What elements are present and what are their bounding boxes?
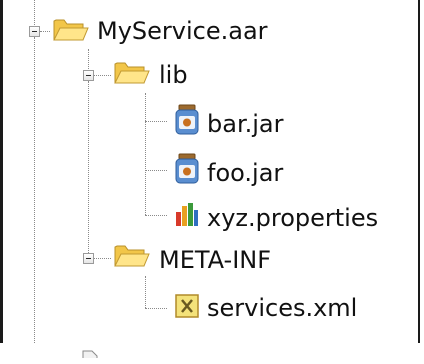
collapse-toggle-icon[interactable] xyxy=(83,253,94,264)
folder-open-icon xyxy=(114,60,150,92)
folder-open-icon xyxy=(53,17,89,49)
collapse-toggle-icon[interactable] xyxy=(83,70,94,81)
tree-connector xyxy=(34,0,35,27)
left-border xyxy=(0,0,3,343)
xml-file-icon xyxy=(175,294,199,324)
tree-connector xyxy=(145,93,146,215)
jar-file-icon xyxy=(174,104,200,142)
jar-file-icon xyxy=(174,153,200,191)
properties-file-icon xyxy=(175,202,199,234)
tree-connector xyxy=(88,49,89,71)
tree-connector xyxy=(145,170,167,171)
tree-connector xyxy=(145,276,146,308)
tree-connector xyxy=(145,121,167,122)
node-label: META-INF xyxy=(159,246,272,274)
node-label: xyz.properties xyxy=(207,204,379,232)
tree-connector xyxy=(34,37,35,343)
tree-connector xyxy=(94,75,111,76)
tree-connector xyxy=(145,215,167,216)
tree-connector xyxy=(40,31,50,32)
collapse-toggle-icon[interactable] xyxy=(29,26,40,37)
file-icon xyxy=(82,336,98,364)
node-label: lib xyxy=(159,61,188,89)
tree-connector xyxy=(88,81,89,255)
node-label: bar.jar xyxy=(207,110,284,138)
right-border xyxy=(418,0,420,343)
node-label: foo.jar xyxy=(207,159,284,187)
folder-open-icon xyxy=(114,243,150,275)
node-label: services.xml xyxy=(207,294,358,322)
tree-connector xyxy=(94,258,111,259)
tree-connector xyxy=(145,308,167,309)
node-label: MyService.aar xyxy=(97,17,268,45)
